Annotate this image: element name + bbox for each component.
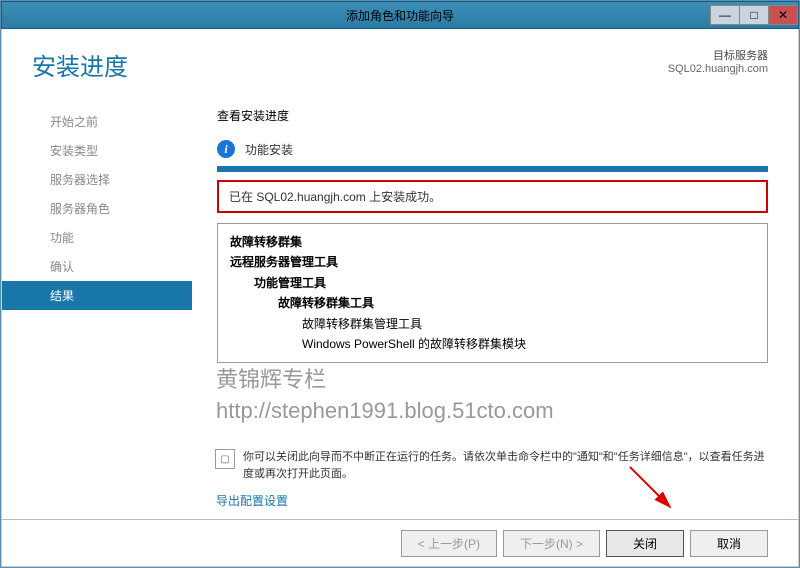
sidebar-item-server-role: 服务器角色 (2, 194, 192, 223)
status-row: i 功能安装 (217, 140, 768, 158)
flag-icon: ▢ (215, 449, 235, 469)
info-icon: i (217, 140, 235, 158)
success-message: 已在 SQL02.huangjh.com 上安装成功。 (229, 188, 756, 205)
page-title: 安装进度 (32, 47, 128, 82)
feature-list: 故障转移群集 远程服务器管理工具 功能管理工具 故障转移群集工具 故障转移群集管… (217, 223, 768, 363)
next-button: 下一步(N) > (503, 530, 600, 557)
close-button[interactable]: 关闭 (606, 530, 684, 557)
feature-item: 故障转移群集工具 (230, 293, 755, 313)
maximize-button[interactable]: □ (739, 5, 769, 25)
titlebar: 添加角色和功能向导 — □ ✕ (1, 1, 799, 29)
note-text: 你可以关闭此向导而不中断正在运行的任务。请依次单击命令栏中的"通知"和"任务详细… (243, 449, 770, 482)
progress-bar (217, 166, 768, 172)
export-config-link[interactable]: 导出配置设置 (216, 492, 288, 509)
prev-button: < 上一步(P) (401, 530, 497, 557)
feature-item: Windows PowerShell 的故障转移群集模块 (230, 334, 755, 354)
feature-item: 故障转移群集 (230, 232, 755, 252)
sidebar-item-features: 功能 (2, 223, 192, 252)
sidebar-item-before: 开始之前 (2, 107, 192, 136)
sidebar-item-server-select: 服务器选择 (2, 165, 192, 194)
cancel-button[interactable]: 取消 (690, 530, 768, 557)
watermark-line2: http://stephen1991.blog.51cto.com (216, 396, 554, 427)
header: 安装进度 目标服务器 SQL02.huangjh.com (2, 29, 798, 92)
feature-item: 功能管理工具 (230, 273, 755, 293)
sidebar-item-results: 结果 (2, 281, 192, 310)
close-window-button[interactable]: ✕ (768, 5, 798, 25)
view-progress-label: 查看安装进度 (217, 107, 768, 124)
window-controls: — □ ✕ (711, 5, 798, 25)
feature-item: 故障转移群集管理工具 (230, 314, 755, 334)
sidebar: 开始之前 安装类型 服务器选择 服务器角色 功能 确认 结果 (2, 92, 192, 363)
window-title: 添加角色和功能向导 (346, 7, 454, 24)
status-text: 功能安装 (245, 141, 293, 158)
sidebar-item-type: 安装类型 (2, 136, 192, 165)
success-highlight: 已在 SQL02.huangjh.com 上安装成功。 (217, 180, 768, 213)
watermark-line1: 黄锦辉专栏 (216, 365, 554, 396)
sidebar-item-confirm: 确认 (2, 252, 192, 281)
note-section: ▢ 你可以关闭此向导而不中断正在运行的任务。请依次单击命令栏中的"通知"和"任务… (215, 449, 770, 482)
footer: < 上一步(P) 下一步(N) > 关闭 取消 (1, 519, 799, 567)
feature-item: 远程服务器管理工具 (230, 252, 755, 272)
target-info: 目标服务器 SQL02.huangjh.com (668, 47, 768, 75)
watermark: 黄锦辉专栏 http://stephen1991.blog.51cto.com (216, 365, 554, 427)
target-label: 目标服务器 (668, 47, 768, 63)
minimize-button[interactable]: — (710, 5, 740, 25)
target-server: SQL02.huangjh.com (668, 63, 768, 75)
content-pane: 查看安装进度 i 功能安装 已在 SQL02.huangjh.com 上安装成功… (192, 92, 798, 363)
